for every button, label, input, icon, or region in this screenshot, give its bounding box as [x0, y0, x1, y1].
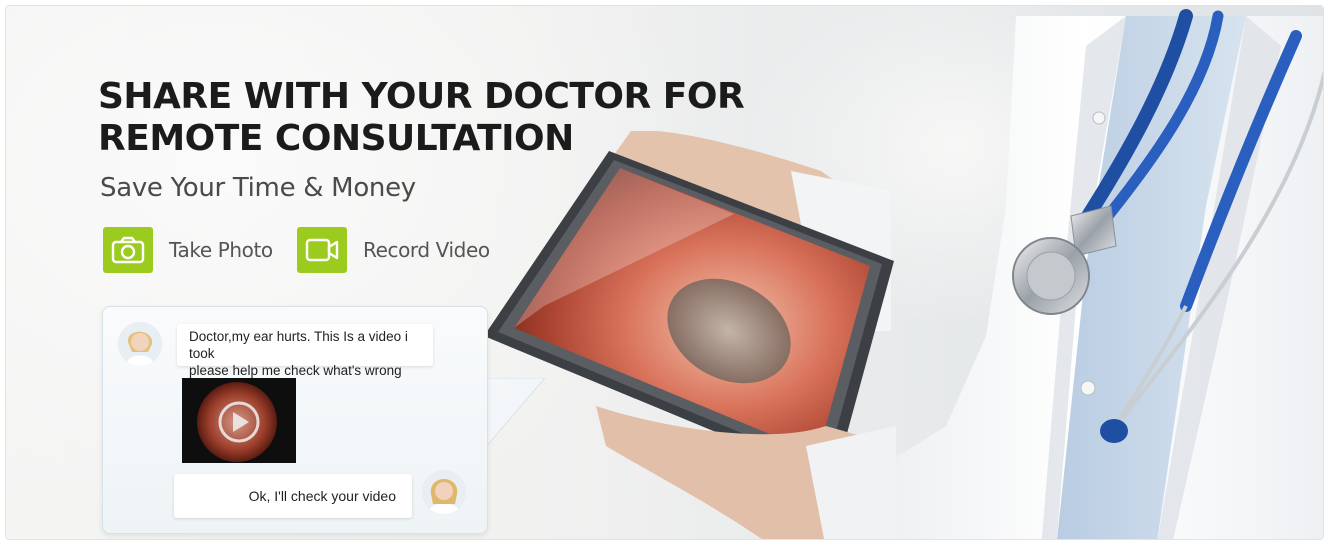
doctor-avatar — [422, 470, 466, 514]
camera-icon — [103, 227, 153, 273]
headline: SHARE WITH YOUR DOCTOR FOR REMOTE CONSUL… — [98, 76, 745, 160]
video-camera-icon — [297, 227, 347, 273]
chat-panel-tail — [485, 378, 545, 448]
feature-take-photo: Take Photo — [103, 227, 273, 273]
patient-message-line-1: Doctor,my ear hurts. This Is a video i t… — [189, 329, 408, 361]
feature-label: Take Photo — [169, 238, 273, 262]
feature-label: Record Video — [363, 238, 490, 262]
patient-message: Doctor,my ear hurts. This Is a video i t… — [177, 324, 433, 378]
feature-record-video: Record Video — [297, 227, 490, 273]
patient-message-line-2: please help me check what's wrong — [189, 363, 402, 378]
ear-video-thumbnail[interactable] — [182, 378, 296, 463]
patient-avatar — [118, 322, 162, 366]
headline-line-2: REMOTE CONSULTATION — [98, 118, 574, 159]
subheadline: Save Your Time & Money — [100, 173, 416, 203]
promo-banner: SHARE WITH YOUR DOCTOR FOR REMOTE CONSUL… — [5, 5, 1324, 540]
doctor-hand-bottom — [596, 406, 896, 539]
headline-line-1: SHARE WITH YOUR DOCTOR FOR — [98, 76, 745, 117]
doctor-reply: Ok, I'll check your video — [174, 474, 412, 518]
